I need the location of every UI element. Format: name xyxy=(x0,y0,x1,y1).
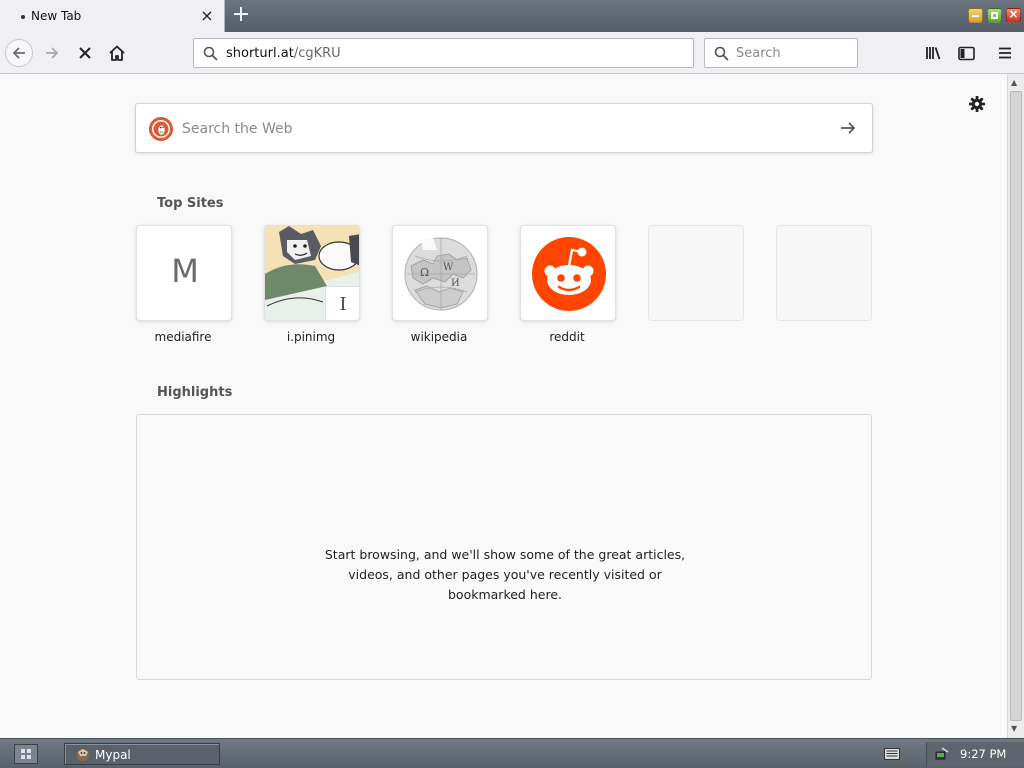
scroll-down-arrow-icon[interactable]: ▼ xyxy=(1011,724,1017,733)
gear-icon[interactable] xyxy=(967,94,987,114)
scrollbar-thumb[interactable] xyxy=(1010,91,1022,721)
duckduckgo-logo-icon xyxy=(149,117,173,141)
top-site-wikipedia[interactable]: Ω W И xyxy=(392,225,488,321)
url-bar[interactable]: shorturl.at/cgKRU xyxy=(193,38,694,68)
scroll-up-arrow-icon[interactable]: ▲ xyxy=(1011,78,1017,87)
close-icon: × xyxy=(1008,7,1019,21)
nav-bar: shorturl.at/cgKRU Search xyxy=(0,32,1024,74)
close-window-button[interactable]: × xyxy=(1006,7,1021,23)
search-icon xyxy=(203,46,218,61)
tab-new-tab[interactable]: New Tab × xyxy=(0,0,225,33)
network-icon[interactable] xyxy=(934,746,950,762)
forward-icon xyxy=(46,47,59,59)
minimize-icon xyxy=(972,15,979,17)
home-icon xyxy=(109,45,125,61)
top-site-label: mediafire xyxy=(154,330,212,344)
highlights-message: Start browsing, and we'll show some of t… xyxy=(137,545,873,605)
new-tab-button[interactable]: + xyxy=(230,4,252,28)
sidebar-button[interactable] xyxy=(952,39,980,67)
top-site-empty[interactable] xyxy=(648,225,744,321)
clock: 9:27 PM xyxy=(960,747,1007,761)
maximize-button[interactable] xyxy=(987,8,1002,23)
wiki-glyph-w: W xyxy=(443,262,454,273)
maximize-icon xyxy=(991,12,998,19)
vertical-scrollbar[interactable]: ▲ ▼ xyxy=(1007,74,1024,738)
tab-strip: New Tab × + × xyxy=(0,0,1024,33)
highlights-message-line: bookmarked here. xyxy=(448,587,562,602)
top-site-label: wikipedia xyxy=(410,330,468,344)
forward-button[interactable] xyxy=(38,39,66,67)
top-sites-title: Top Sites xyxy=(157,196,224,211)
stop-icon xyxy=(79,47,91,59)
tab-title: New Tab xyxy=(31,9,82,23)
top-site-empty[interactable] xyxy=(776,225,872,321)
library-icon xyxy=(926,47,941,60)
web-search-box[interactable]: Search the Web xyxy=(135,103,873,153)
taskbar: Mypal 9:27 PM xyxy=(0,738,1024,768)
reddit-logo-icon xyxy=(532,237,606,311)
top-site-pinimg[interactable]: I xyxy=(264,225,360,321)
search-icon xyxy=(714,46,729,61)
apps-grid-icon xyxy=(21,749,31,759)
top-site-mediafire[interactable]: M xyxy=(136,225,232,321)
url-path: /cgKRU xyxy=(293,46,341,61)
tab-close-button[interactable]: × xyxy=(199,7,215,25)
site-letter: M xyxy=(171,252,199,290)
sidebar-icon xyxy=(957,46,975,60)
search-placeholder: Search xyxy=(736,46,781,61)
stop-button[interactable] xyxy=(71,39,99,67)
library-button[interactable] xyxy=(920,39,948,67)
pinimg-favicon: I xyxy=(325,286,359,320)
web-search-placeholder: Search the Web xyxy=(182,121,293,137)
menu-button[interactable] xyxy=(991,39,1019,67)
highlights-empty-state: Start browsing, and we'll show some of t… xyxy=(136,414,872,680)
highlights-title: Highlights xyxy=(157,385,233,400)
top-site-reddit[interactable] xyxy=(520,225,616,321)
search-bar[interactable]: Search xyxy=(704,38,858,68)
home-button[interactable] xyxy=(103,39,131,67)
wiki-glyph-i: И xyxy=(451,278,460,289)
wikipedia-globe-icon: Ω W И xyxy=(404,237,478,311)
menu-icon xyxy=(999,47,1011,59)
arrow-right-icon[interactable] xyxy=(838,118,858,138)
top-site-label: i.pinimg xyxy=(286,330,336,344)
wiki-glyph-omega: Ω xyxy=(420,266,429,279)
keyboard-icon[interactable] xyxy=(884,748,900,760)
back-button[interactable] xyxy=(5,39,33,67)
highlights-message-line: videos, and other pages you've recently … xyxy=(348,567,662,582)
highlights-message-line: Start browsing, and we'll show some of t… xyxy=(324,547,686,562)
taskbar-item-mypal[interactable]: Mypal xyxy=(64,743,220,765)
loading-dot-icon xyxy=(21,15,25,19)
minimize-button[interactable] xyxy=(968,8,983,23)
top-site-label: reddit xyxy=(549,330,585,344)
url-host: shorturl.at xyxy=(226,46,294,61)
start-button[interactable] xyxy=(14,744,38,764)
url-text: shorturl.at/cgKRU xyxy=(226,46,341,61)
mypal-app-icon xyxy=(77,749,89,761)
taskbar-item-label: Mypal xyxy=(95,748,131,762)
back-icon xyxy=(12,47,25,59)
